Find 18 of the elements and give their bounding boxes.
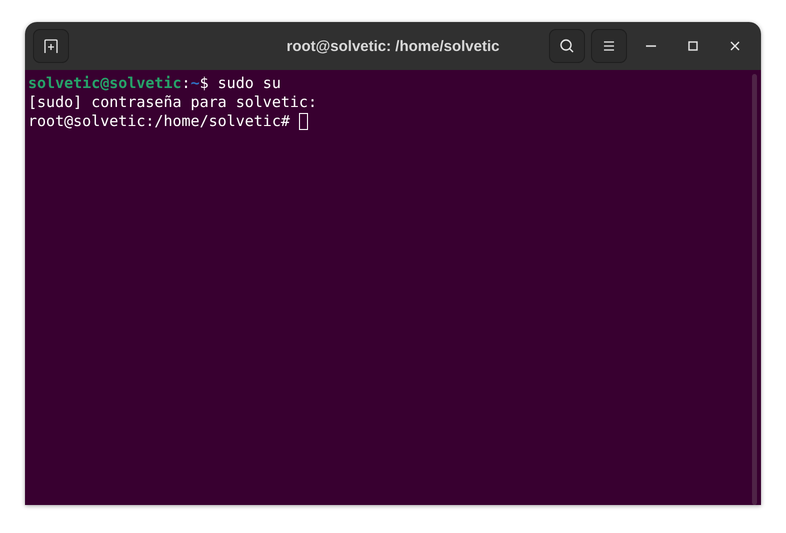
menu-icon [603, 40, 615, 52]
terminal-text: root@solvetic:/home/solvetic# [28, 112, 291, 131]
search-button[interactable] [549, 29, 585, 63]
window-title: root@solvetic: /home/solvetic [286, 38, 500, 54]
text-cursor [298, 113, 308, 130]
new-tab-icon [43, 38, 59, 54]
minimize-icon [646, 45, 656, 47]
search-icon [559, 38, 575, 54]
terminal-text: $ sudo su [200, 74, 281, 93]
terminal-text: ~ [190, 74, 200, 93]
new-tab-button[interactable] [33, 29, 69, 63]
terminal-text: solvetic@solvetic [28, 74, 182, 93]
close-icon [730, 41, 740, 51]
terminal-text: : [182, 74, 191, 93]
maximize-icon [688, 41, 698, 51]
scrollbar[interactable] [752, 74, 757, 505]
menu-button[interactable] [591, 29, 627, 63]
terminal-text: [sudo] contraseña para solvetic: [28, 93, 317, 112]
